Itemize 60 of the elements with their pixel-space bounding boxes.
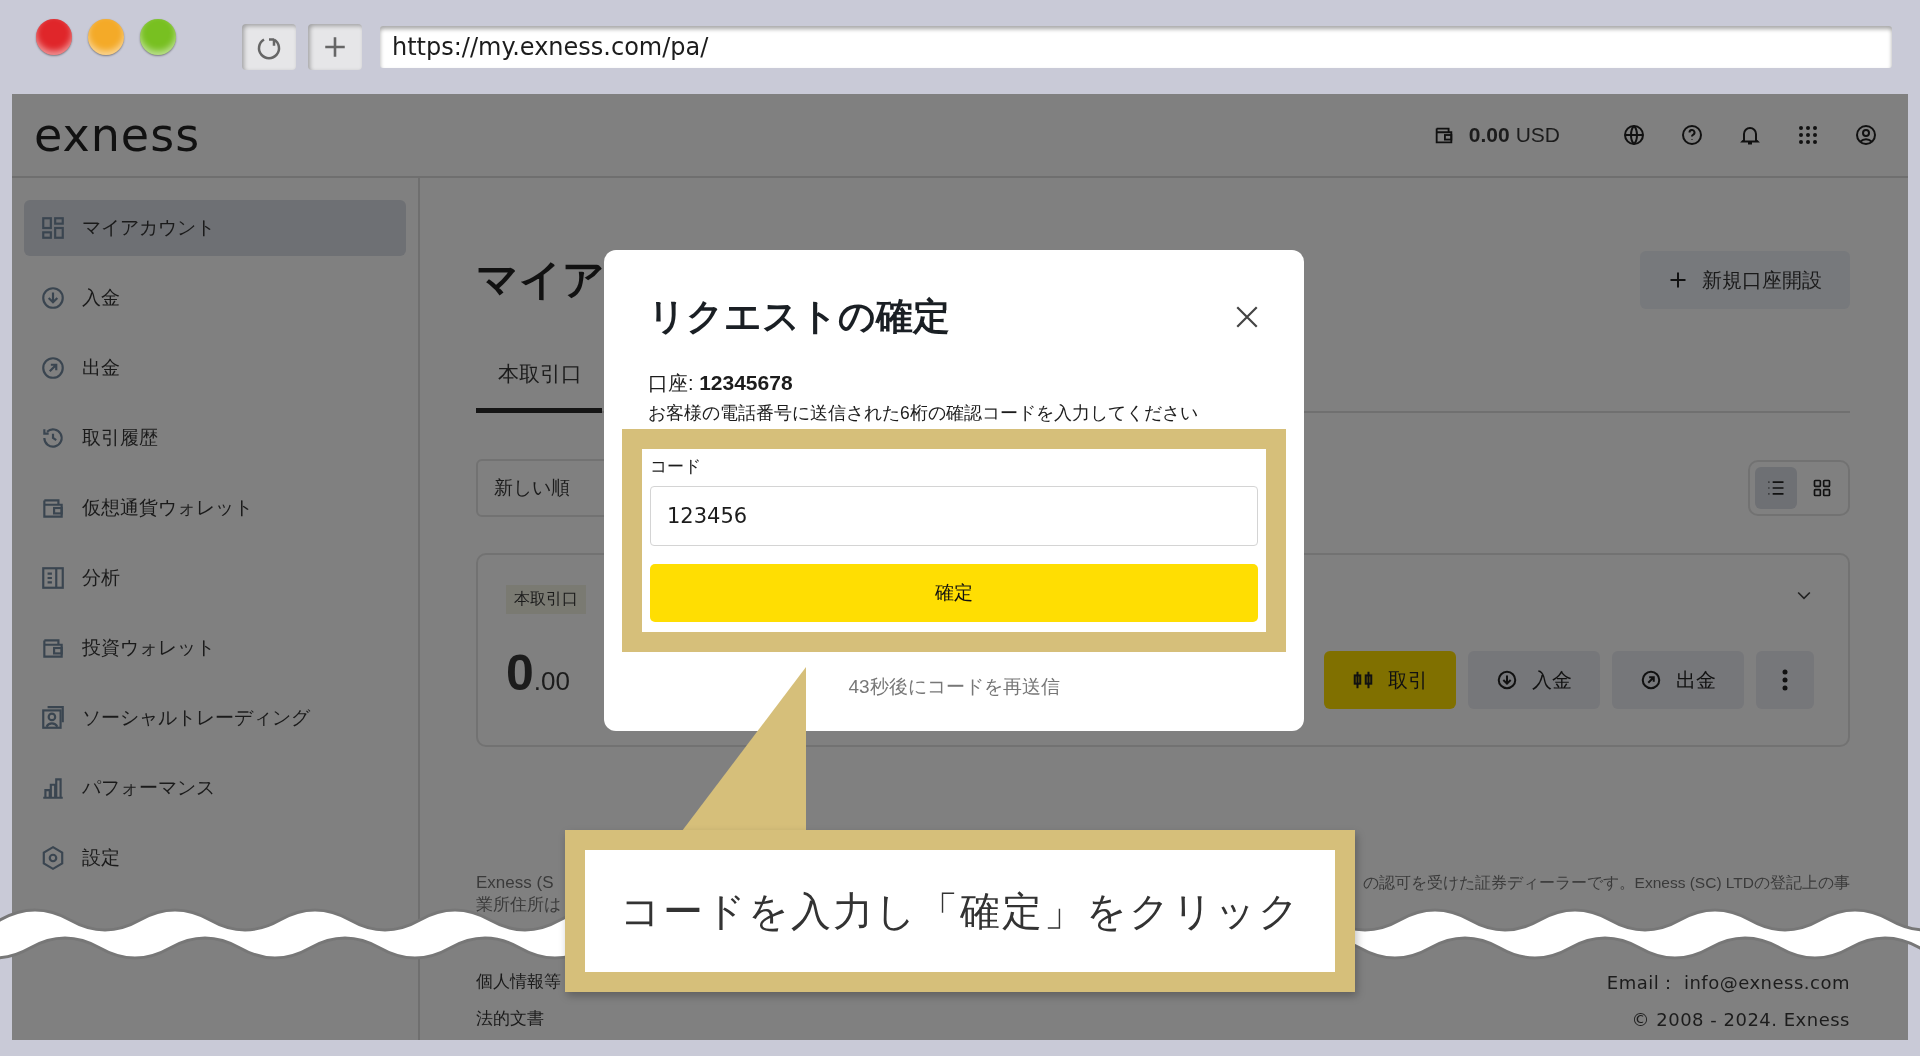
plus-icon [1668, 270, 1688, 290]
account-icon[interactable] [1854, 123, 1878, 147]
sidebar-item[interactable]: 分析 [24, 550, 406, 606]
contact-email: Email： info@exness.com [1606, 971, 1850, 995]
new-account-button[interactable]: 新規口座開設 [1640, 251, 1850, 309]
callout-text: コードを入力し「確定」をクリック [619, 887, 1301, 935]
footer-link[interactable]: 法的文書 [476, 1007, 561, 1030]
sidebar-item[interactable]: 入金 [24, 270, 406, 326]
page-title: マイア [476, 255, 605, 305]
contact-card-icon [40, 705, 66, 731]
copyright-text: © 2008 - 2024. Exness [1631, 1009, 1850, 1030]
dialog-title: リクエストの確定 [648, 295, 950, 339]
reload-button[interactable] [242, 24, 296, 70]
more-icon [1782, 669, 1788, 691]
action-button[interactable]: 出金 [1612, 651, 1744, 709]
trade-button[interactable]: 取引 [1324, 651, 1456, 709]
history-icon [40, 425, 66, 451]
address-bar[interactable]: https://my.exness.com/pa/ [380, 26, 1892, 68]
sidebar-item[interactable]: パフォーマンス [24, 760, 406, 816]
new-tab-button[interactable] [308, 24, 362, 70]
action-button[interactable]: 入金 [1468, 651, 1600, 709]
close-icon[interactable] [1234, 304, 1260, 330]
sidebar-item[interactable]: 出金 [24, 340, 406, 396]
field-label: コード [650, 456, 702, 478]
arrow-up-circle-icon [1640, 669, 1662, 691]
arrow-up-circle-icon [40, 355, 66, 381]
arrow-down-circle-icon [1496, 669, 1518, 691]
close-window-button[interactable] [36, 19, 72, 55]
sidebar-item[interactable]: 仮想通貨ウォレット [24, 480, 406, 536]
sidebar-item[interactable]: ソーシャルトレーディング [24, 690, 406, 746]
plus-icon [322, 34, 348, 60]
disclaimer-text: 業所住所は [476, 894, 561, 916]
disclaimer-text: Exness (S [476, 873, 555, 893]
account-balance: 0.00 [506, 644, 570, 702]
code-input-field[interactable]: 123456 [650, 486, 1258, 546]
candlestick-icon [1352, 669, 1374, 691]
account-number-text: 口座: 12345678 [648, 370, 794, 396]
sidebar-item[interactable]: 投資ウォレット [24, 620, 406, 676]
balance-amount: 0.00 [1468, 123, 1510, 147]
grid-icon [1812, 478, 1832, 498]
disclaimer-text: の認可を受けた証券ディーラーです。Exness (SC) LTDの登記上の事 [1362, 873, 1850, 893]
document-icon [40, 565, 66, 591]
instruction-text: お客様の電話番号に送信された6桁の確認コードを入力してください [648, 402, 1199, 425]
settings-icon [40, 845, 66, 871]
sidebar-item[interactable]: マイアカウント [24, 200, 406, 256]
confirm-button[interactable]: 確定 [650, 564, 1258, 622]
sidebar-item[interactable]: 設定 [24, 830, 406, 886]
arrow-down-circle-icon [40, 285, 66, 311]
globe-icon[interactable] [1622, 123, 1646, 147]
bar-chart-icon [40, 775, 66, 801]
dashboard-icon [40, 215, 66, 241]
account-type-badge: 本取引口 [506, 585, 586, 614]
apps-icon[interactable] [1796, 123, 1820, 147]
logo[interactable]: exness [34, 108, 201, 162]
balance-currency: USD [1515, 123, 1560, 147]
footer-link[interactable]: 個人情報等 [476, 970, 561, 993]
help-icon[interactable] [1680, 123, 1704, 147]
resend-countdown: 43秒後にコードを再送信 [847, 675, 1061, 699]
sidebar-item[interactable]: 取引履歴 [24, 410, 406, 466]
list-view-button[interactable] [1755, 467, 1797, 509]
